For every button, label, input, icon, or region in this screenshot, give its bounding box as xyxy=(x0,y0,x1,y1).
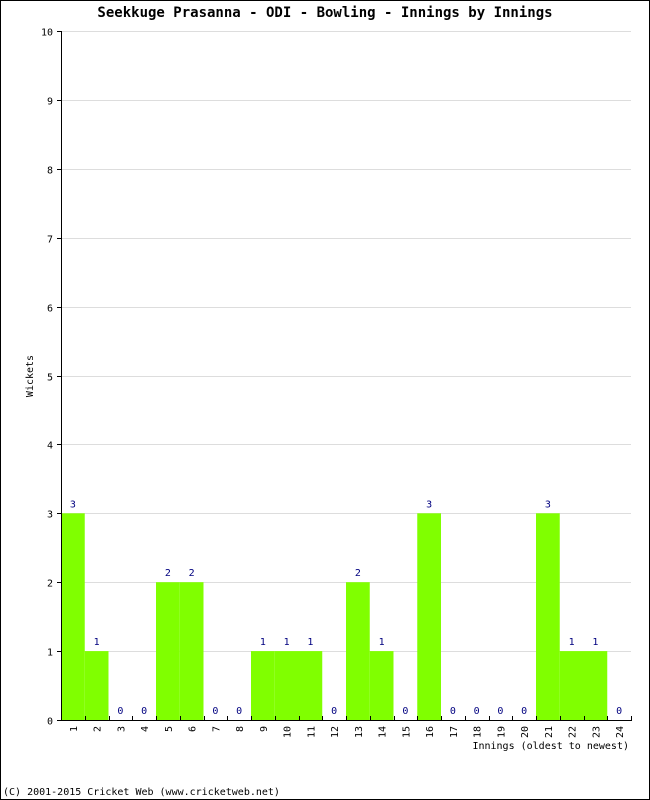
data-label: 1 xyxy=(94,637,100,648)
x-tick-label: 21 xyxy=(544,726,555,738)
bar xyxy=(417,513,441,720)
bar xyxy=(346,582,370,720)
data-label: 1 xyxy=(307,637,313,648)
x-tick-label: 15 xyxy=(401,726,412,738)
data-label: 0 xyxy=(616,706,622,717)
y-tick-label: 3 xyxy=(47,510,53,521)
data-label: 1 xyxy=(260,637,266,648)
data-label: 2 xyxy=(189,568,195,579)
data-label: 2 xyxy=(355,568,361,579)
data-label: 0 xyxy=(141,706,147,717)
y-tick-label: 5 xyxy=(47,373,53,384)
y-tick-label: 4 xyxy=(47,441,53,452)
bar xyxy=(179,582,204,720)
data-label: 0 xyxy=(331,706,337,717)
x-tick-label: 1 xyxy=(69,726,80,732)
data-label: 1 xyxy=(379,637,385,648)
data-label: 0 xyxy=(117,706,123,717)
x-axis-label: Innings (oldest to newest) xyxy=(472,741,629,752)
x-tick-label: 4 xyxy=(140,726,151,732)
bar xyxy=(274,651,299,720)
data-label: 0 xyxy=(212,706,218,717)
data-label: 1 xyxy=(569,637,575,648)
y-tick-label: 2 xyxy=(47,579,53,590)
x-tick-label: 13 xyxy=(354,726,365,738)
x-tick-label: 14 xyxy=(378,726,389,738)
bar xyxy=(298,651,323,720)
x-tick-label: 12 xyxy=(330,726,341,738)
y-axis-label: Wickets xyxy=(25,355,36,397)
x-tick-label: 19 xyxy=(496,726,507,738)
chart-title: Seekkuge Prasanna - ODI - Bowling - Inni… xyxy=(97,5,552,21)
data-label: 0 xyxy=(521,706,527,717)
x-tick-label: 18 xyxy=(473,726,484,738)
y-tick-label: 9 xyxy=(47,97,53,108)
x-tick-label: 5 xyxy=(164,726,175,732)
x-tick-label: 20 xyxy=(520,726,531,738)
data-label: 0 xyxy=(402,706,408,717)
y-tick-label: 8 xyxy=(47,166,53,177)
x-tick-label: 10 xyxy=(283,726,294,738)
data-label: 0 xyxy=(474,706,480,717)
data-label: 0 xyxy=(497,706,503,717)
data-label: 2 xyxy=(165,568,171,579)
y-tick-label: 1 xyxy=(47,648,53,659)
x-tick-label: 11 xyxy=(306,726,317,738)
x-tick-label: 17 xyxy=(449,726,460,738)
data-label: 0 xyxy=(450,706,456,717)
copyright-footer: (C) 2001-2015 Cricket Web (www.cricketwe… xyxy=(3,787,280,798)
y-tick-label: 6 xyxy=(47,304,53,315)
data-label: 3 xyxy=(70,499,76,510)
bar xyxy=(251,651,275,720)
y-tick-label: 10 xyxy=(41,28,53,39)
bar xyxy=(369,651,394,720)
x-tick-label: 2 xyxy=(93,726,104,732)
x-tick-label: 8 xyxy=(235,726,246,732)
x-tick-label: 7 xyxy=(211,726,222,732)
data-label: 1 xyxy=(284,637,290,648)
x-tick-label: 6 xyxy=(188,726,199,732)
x-tick-label: 24 xyxy=(615,726,626,738)
x-tick-label: 9 xyxy=(259,726,270,732)
data-label: 1 xyxy=(592,637,598,648)
x-tick-label: 22 xyxy=(568,726,579,738)
x-tick-label: 16 xyxy=(425,726,436,738)
bar xyxy=(536,513,560,720)
bar xyxy=(61,513,85,720)
y-tick-label: 0 xyxy=(47,717,53,728)
data-label: 3 xyxy=(545,499,551,510)
x-tick-label: 3 xyxy=(116,726,127,732)
bar xyxy=(156,582,180,720)
bar xyxy=(84,651,109,720)
bar xyxy=(583,651,608,720)
data-label: 0 xyxy=(236,706,242,717)
bar xyxy=(559,651,584,720)
x-tick-label: 23 xyxy=(591,726,602,738)
bar-chart: Seekkuge Prasanna - ODI - Bowling - Inni… xyxy=(3,5,632,798)
data-label: 3 xyxy=(426,499,432,510)
y-tick-label: 7 xyxy=(47,235,53,246)
